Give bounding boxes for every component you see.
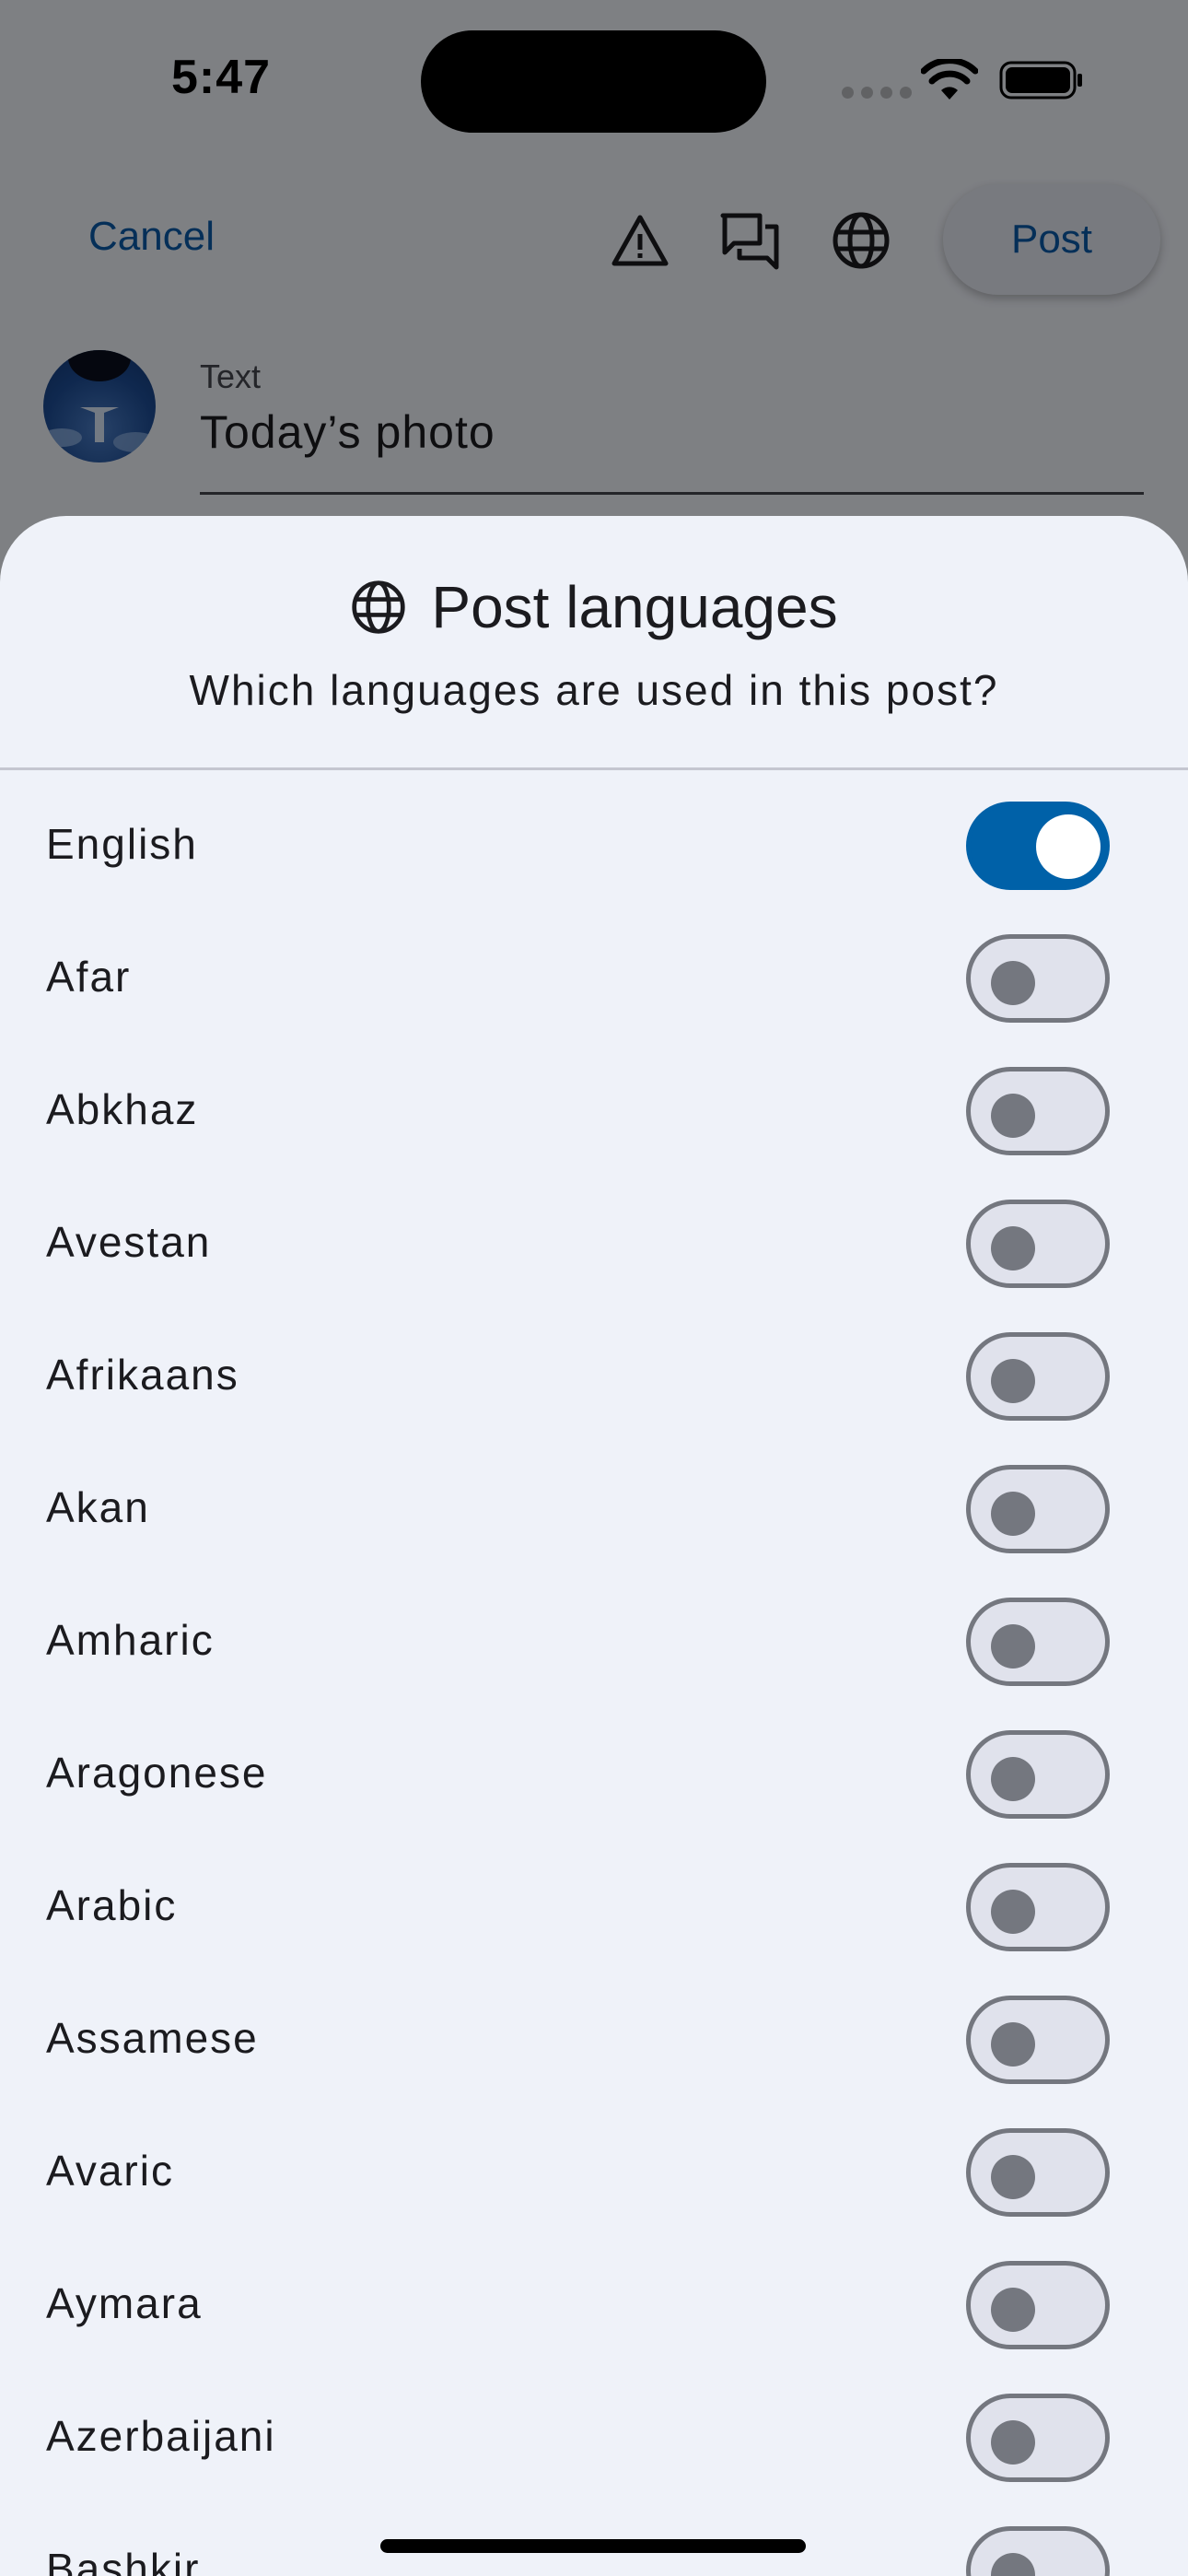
language-label: Aragonese	[46, 1749, 268, 1797]
toggle-knob	[991, 2420, 1035, 2465]
toggle-knob	[991, 961, 1035, 1005]
language-toggle[interactable]	[966, 2526, 1110, 2576]
language-label: Assamese	[46, 2014, 259, 2062]
sheet-title: Post languages	[431, 574, 838, 640]
language-toggle[interactable]	[966, 1598, 1110, 1686]
language-toggle[interactable]	[966, 2261, 1110, 2349]
language-row[interactable]: Avestan	[0, 1177, 1188, 1310]
language-label: Arabic	[46, 1881, 178, 1929]
language-label: Amharic	[46, 1616, 215, 1664]
language-row[interactable]: Aymara	[0, 2239, 1188, 2371]
language-label: Azerbaijani	[46, 2412, 276, 2460]
language-label: Abkhaz	[46, 1085, 199, 1133]
language-label: English	[46, 820, 198, 868]
language-label: Aymara	[46, 2279, 203, 2327]
toggle-knob	[991, 1226, 1035, 1270]
divider	[0, 767, 1188, 770]
language-row[interactable]: Aragonese	[0, 1708, 1188, 1841]
toggle-knob	[991, 1492, 1035, 1536]
toggle-knob	[991, 1890, 1035, 1934]
toggle-knob	[991, 2553, 1035, 2576]
home-indicator[interactable]	[380, 2539, 806, 2553]
language-row[interactable]: Amharic	[0, 1575, 1188, 1708]
language-label: Afrikaans	[46, 1351, 239, 1399]
language-toggle[interactable]	[966, 1200, 1110, 1288]
language-toggle[interactable]	[966, 1332, 1110, 1421]
toggle-knob	[991, 2288, 1035, 2332]
language-row[interactable]: Assamese	[0, 1973, 1188, 2106]
toggle-knob	[991, 1359, 1035, 1403]
language-toggle[interactable]	[966, 1465, 1110, 1553]
language-label: Avestan	[46, 1218, 212, 1266]
language-row[interactable]: English	[0, 779, 1188, 912]
language-toggle[interactable]	[966, 1996, 1110, 2084]
language-toggle[interactable]	[966, 934, 1110, 1023]
globe-icon	[352, 580, 406, 634]
post-languages-sheet: Post languages Which languages are used …	[0, 516, 1188, 2576]
sheet-subtitle: Which languages are used in this post?	[189, 666, 999, 714]
language-row[interactable]: Afrikaans	[0, 1310, 1188, 1443]
toggle-knob	[991, 2022, 1035, 2067]
language-toggle[interactable]	[966, 2394, 1110, 2482]
language-list: English Afar Abkhaz Avestan Afrikaans Akan Amh…	[0, 779, 1188, 2576]
language-row[interactable]: Akan	[0, 1443, 1188, 1575]
toggle-knob	[991, 2155, 1035, 2199]
language-row[interactable]: Afar	[0, 912, 1188, 1045]
toggle-knob	[991, 1094, 1035, 1138]
language-toggle[interactable]	[966, 802, 1110, 890]
sheet-header: Post languages	[0, 566, 1188, 649]
language-toggle[interactable]	[966, 1067, 1110, 1155]
language-row[interactable]: Avaric	[0, 2106, 1188, 2239]
language-toggle[interactable]	[966, 1863, 1110, 1951]
language-row[interactable]: Abkhaz	[0, 1045, 1188, 1177]
language-label: Avaric	[46, 2147, 174, 2195]
toggle-knob	[991, 1757, 1035, 1801]
language-toggle[interactable]	[966, 2128, 1110, 2217]
toggle-knob	[1036, 814, 1101, 879]
language-label: Afar	[46, 953, 132, 1001]
language-label: Bashkir	[46, 2545, 201, 2576]
language-row[interactable]: Arabic	[0, 1841, 1188, 1973]
language-toggle[interactable]	[966, 1730, 1110, 1819]
language-row[interactable]: Azerbaijani	[0, 2371, 1188, 2504]
language-label: Akan	[46, 1483, 150, 1531]
toggle-knob	[991, 1624, 1035, 1669]
